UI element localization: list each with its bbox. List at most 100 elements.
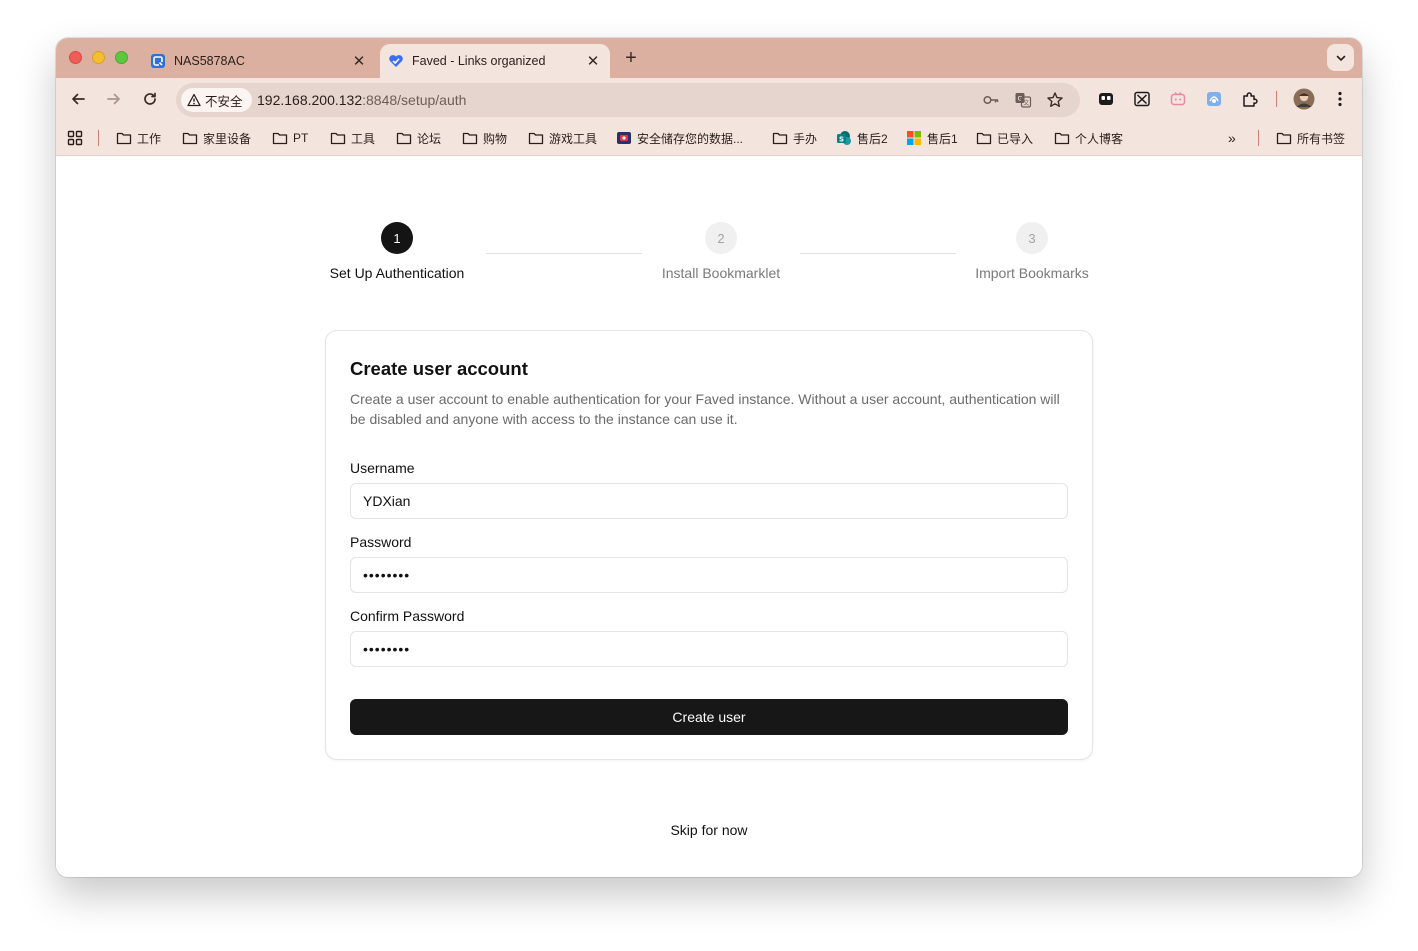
folder-icon	[462, 132, 478, 145]
all-bookmarks-button[interactable]: 所有书签	[1276, 129, 1345, 147]
password-label: Password	[350, 534, 412, 550]
password-key-icon[interactable]	[982, 91, 1000, 109]
card-description: Create a user account to enable authenti…	[350, 391, 1060, 427]
folder-icon	[396, 132, 412, 145]
folder-icon	[976, 132, 992, 145]
arrow-right-icon	[107, 93, 120, 105]
new-tab-button[interactable]: +	[620, 47, 642, 69]
folder-icon	[272, 132, 288, 145]
step-3-indicator: 3	[1016, 222, 1048, 254]
bookmark-folder[interactable]: 工作	[116, 129, 161, 147]
bookmark-folder[interactable]: 个人博客	[1054, 129, 1123, 147]
bookmark-label: 工具	[351, 131, 376, 146]
username-label: Username	[350, 460, 415, 476]
bookmark-label: PT	[293, 131, 309, 145]
close-icon[interactable]: ✕	[350, 52, 368, 70]
close-window-button[interactable]	[69, 51, 82, 64]
skip-for-now-button[interactable]: Skip for now	[619, 822, 799, 838]
folder-icon	[1054, 132, 1070, 145]
bookmark-folder[interactable]: 手办	[772, 129, 817, 147]
tab-strip: NAS5878AC ✕ Faved - Links organized ✕ +	[56, 38, 1362, 78]
folder-icon	[182, 132, 198, 145]
bookmark-folder[interactable]: 已导入	[976, 129, 1033, 147]
page-content: 1 Set Up Authentication 2 Install Bookma…	[56, 157, 1362, 877]
bookmarks-bar: 工作 家里设备 PT 工具 论坛 购物 游戏工具 安全储存您的数据... 手办 …	[56, 120, 1362, 156]
star-icon[interactable]	[1046, 91, 1064, 109]
address-bar[interactable]: 不安全 192.168.200.132:8848/setup/auth G文	[176, 83, 1080, 117]
bookmarks-divider	[1258, 130, 1259, 146]
url-text[interactable]: 192.168.200.132:8848/setup/auth	[257, 92, 466, 108]
tab-search-button[interactable]	[1327, 44, 1354, 71]
close-icon[interactable]: ✕	[584, 52, 602, 70]
tab-nas[interactable]: NAS5878AC ✕	[142, 44, 376, 78]
nas-app-icon	[150, 53, 166, 69]
folder-icon	[1276, 132, 1292, 145]
faved-heart-icon	[388, 53, 404, 69]
bookmark-folder[interactable]: PT	[272, 129, 308, 147]
step-3-label: Import Bookmarks	[975, 265, 1089, 281]
maximize-window-button[interactable]	[115, 51, 128, 64]
extension-icon[interactable]	[1168, 89, 1188, 109]
bookmark-link[interactable]: S 售后2	[836, 129, 888, 147]
folder-icon	[528, 132, 544, 145]
sharepoint-icon: S	[837, 131, 851, 145]
reload-button[interactable]	[138, 87, 162, 111]
warning-icon	[187, 93, 201, 107]
create-user-button[interactable]: Create user	[350, 699, 1068, 735]
bookmark-label: 论坛	[417, 131, 442, 146]
bookmark-label: 购物	[483, 131, 508, 146]
bookmark-label: 售后2	[857, 131, 888, 146]
bookmark-link[interactable]: 售后1	[906, 129, 958, 147]
step-2-indicator: 2	[705, 222, 737, 254]
site-icon	[617, 132, 631, 144]
step-1-label: Set Up Authentication	[329, 265, 465, 281]
forward-button[interactable]	[102, 87, 126, 111]
step-2-label: Install Bookmarklet	[661, 265, 781, 281]
more-menu-icon[interactable]	[1330, 89, 1350, 109]
bookmark-label: 所有书签	[1297, 131, 1346, 146]
puzzle-icon[interactable]	[1240, 89, 1260, 109]
bookmark-folder[interactable]: 游戏工具	[528, 129, 597, 147]
security-indicator[interactable]: 不安全	[181, 88, 252, 112]
apps-grid-icon[interactable]	[67, 129, 83, 147]
bookmark-label: 游戏工具	[549, 131, 598, 146]
create-account-card: Create user account Create a user accoun…	[325, 330, 1093, 760]
chevron-down-icon	[1336, 55, 1345, 61]
bookmark-label: 手办	[793, 131, 818, 146]
browser-toolbar: 不安全 192.168.200.132:8848/setup/auth G文	[56, 78, 1362, 120]
extension-icon[interactable]	[1132, 89, 1152, 109]
bookmark-label: 工作	[137, 131, 162, 146]
step-connector	[486, 253, 642, 254]
bookmark-folder[interactable]: 论坛	[396, 129, 441, 147]
toolbar-divider	[1276, 91, 1277, 107]
tab-title: Faved - Links organized	[412, 54, 546, 68]
bookmark-folder[interactable]: 家里设备	[182, 129, 251, 147]
security-label: 不安全	[205, 94, 243, 109]
extension-icon[interactable]	[1096, 89, 1116, 109]
bookmark-label: 个人博客	[1075, 131, 1124, 146]
password-field[interactable]	[350, 557, 1068, 593]
bookmark-link[interactable]: 安全储存您的数据...	[616, 129, 743, 147]
svg-text:文: 文	[1023, 99, 1029, 107]
bookmarks-overflow-button[interactable]: »	[1228, 129, 1236, 147]
confirm-password-label: Confirm Password	[350, 608, 465, 624]
back-button[interactable]	[66, 87, 90, 111]
confirm-password-field[interactable]	[350, 631, 1068, 667]
tab-faved[interactable]: Faved - Links organized ✕	[380, 44, 610, 78]
microsoft-icon	[907, 131, 921, 145]
folder-icon	[772, 132, 788, 145]
translate-icon[interactable]: G文	[1014, 91, 1032, 109]
step-1-indicator: 1	[381, 222, 413, 254]
tab-title: NAS5878AC	[174, 54, 245, 68]
avatar[interactable]	[1293, 88, 1315, 110]
bookmarks-divider	[98, 130, 99, 146]
bookmark-label: 家里设备	[203, 131, 252, 146]
folder-icon	[330, 132, 346, 145]
minimize-window-button[interactable]	[92, 51, 105, 64]
bookmark-folder[interactable]: 购物	[462, 129, 507, 147]
step-connector	[800, 253, 956, 254]
bookmark-folder[interactable]: 工具	[330, 129, 375, 147]
arrow-left-icon	[72, 93, 85, 105]
username-field[interactable]	[350, 483, 1068, 519]
extension-icon[interactable]	[1204, 89, 1224, 109]
